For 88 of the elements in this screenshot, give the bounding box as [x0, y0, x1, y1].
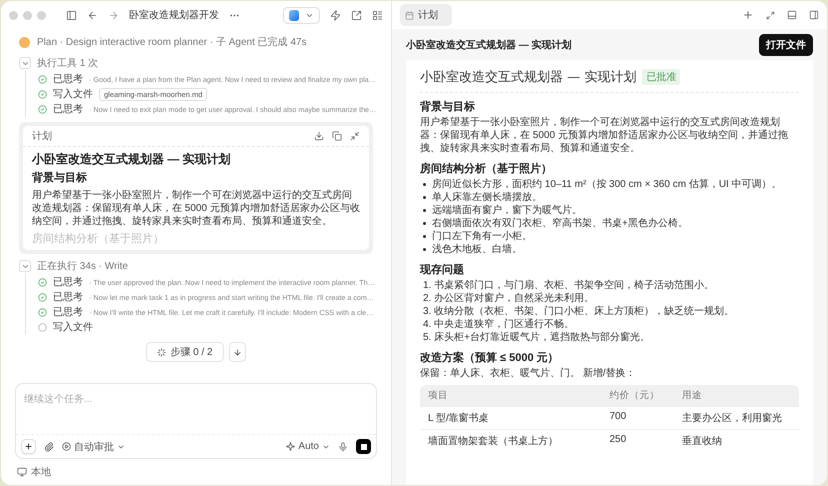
- lightning-icon: [330, 10, 341, 20]
- section-heading: 背景与目标: [32, 171, 88, 185]
- approval-mode-dropdown[interactable]: 自动审批: [62, 440, 125, 454]
- step-label: 已思考: [53, 306, 83, 319]
- sparkle-icon: [286, 442, 296, 451]
- list-item: 4. 中央走道狭窄，门区通行不畅。: [423, 318, 574, 331]
- step-label: 写入文件: [53, 320, 93, 334]
- collapse-toggle[interactable]: [19, 57, 31, 69]
- paragraph: 用户希望基于一张小卧室照片，制作一个可在浏览器中运行的交互式房间改造规划器：保留现有单人床，在 5000 元预算内增加舒适居家办公区与收纳空间，并通过拖拽、旋转家具来实时查看布局、预算和通道安全。: [420, 116, 789, 155]
- step-label: 已思考: [53, 290, 83, 304]
- collapse-icon: [350, 131, 360, 141]
- list-item: 浅色木地板、白墙。: [432, 243, 522, 256]
- step-label: 已思考: [53, 72, 83, 86]
- right-panel-icon: [809, 10, 819, 20]
- table-cell-text: 主要办公区，利用窗光: [682, 412, 784, 426]
- bullet-dot: [423, 248, 426, 251]
- step-label: 已思考: [53, 276, 83, 289]
- bullet-dot: [423, 209, 426, 212]
- status-badge: 已批准: [642, 69, 680, 85]
- sidebar-icon: [66, 10, 77, 20]
- paperclip-icon: [44, 442, 54, 452]
- paragraph: 保留：单人床、衣柜、暖气片、门。 新增/替换：: [420, 367, 637, 380]
- list-item: 3. 收纳分散（衣柜、书架、门口小柜、床上方顶柜），缺乏统一规划。: [423, 305, 734, 318]
- agent-avatar: [19, 36, 30, 48]
- steps-progress-button[interactable]: 步骤 0 / 2: [146, 342, 224, 362]
- column-header: 约价（元）: [610, 389, 660, 403]
- bullet-dot: [423, 222, 426, 225]
- app-logo-icon: [289, 10, 299, 20]
- list-item: 右侧墙面依次有双门衣柜、窄高书架、书桌+黑色办公椅。: [432, 217, 688, 230]
- calendar-icon: [405, 10, 414, 20]
- section-heading: 背景与目标: [420, 100, 476, 114]
- table-cell-text: L 型/靠窗书桌: [428, 412, 490, 426]
- table-cell-text: 250: [610, 433, 628, 447]
- scroll-down-button[interactable]: [228, 342, 246, 362]
- section-heading: 房间结构分析（基于照片）: [420, 162, 553, 176]
- message-input[interactable]: 继续这个任务... 自动审批 Auto: [15, 383, 377, 459]
- paragraph: 用户希望基于一张小卧室照片，制作一个可在浏览器中运行的交互式房间改造规划器：保留现有单人床，在 5000 元预算内增加舒适居家办公区与收纳空间，并通过拖拽、旋转家具来实时查看布局、预算和通道安全。: [32, 189, 360, 228]
- back-icon: [87, 10, 98, 20]
- open-external-icon: [351, 10, 362, 20]
- monitor-icon: [17, 467, 27, 477]
- copy-icon: [332, 131, 342, 141]
- step-label: 写入文件: [53, 88, 93, 101]
- bottom-panel-icon: [787, 10, 797, 20]
- agent-status: Plan · Design interactive room planner · 子 Agent 已完成 47s: [37, 36, 307, 49]
- faded-heading: 房间结构分析（基于照片）: [32, 232, 165, 246]
- bullet-dot: [423, 183, 426, 186]
- bullet-dot: [423, 196, 426, 199]
- collapse-toggle[interactable]: [19, 260, 31, 272]
- card-label: 计划: [32, 130, 52, 143]
- model-dropdown[interactable]: Auto: [286, 441, 330, 452]
- column-header: 项目: [428, 389, 449, 403]
- play-circle-icon: [62, 442, 71, 451]
- open-file-button[interactable]: 打开文件: [759, 34, 813, 56]
- plan-title: 小卧室改造交互式规划器 — 实现计划: [32, 152, 232, 167]
- forward-icon: [108, 10, 119, 20]
- section-heading: 现存问题: [420, 263, 465, 277]
- download-icon: [314, 131, 324, 141]
- plus-icon: [24, 442, 33, 451]
- table-cell-text: 垂直收纳: [682, 434, 724, 449]
- group-label: 正在执行 34s · Write: [37, 260, 128, 273]
- section-heading: 改造方案（预算 ≤ 5000 元）: [420, 351, 560, 365]
- stop-button[interactable]: [356, 439, 371, 454]
- list-icon: [372, 10, 383, 20]
- group-label: 执行工具 1 次: [37, 56, 98, 70]
- list-item: 单人床靠左侧长墙摆放。: [432, 191, 542, 204]
- table-cell-text: 700: [610, 410, 628, 424]
- bullet-dot: [423, 235, 426, 238]
- arrow-down-icon: [232, 348, 242, 356]
- list-item: 5. 床头柜+台灯靠近暖气片，遮挡散热与部分窗光。: [423, 331, 650, 344]
- document-title: 小卧室改造交互式规划器 — 实现计划: [420, 69, 636, 86]
- add-button[interactable]: [21, 439, 36, 454]
- spinner-icon: [157, 348, 166, 356]
- microphone-icon: [338, 442, 348, 452]
- panel-title: 小卧室改造交互式规划器 — 实现计划: [406, 38, 572, 52]
- table-cell-text: 墙面置物架套装（书桌上方）: [428, 434, 559, 449]
- list-item: 1. 书桌紧邻门口，与门扇、衣柜、书架争空间，椅子活动范围小。: [423, 279, 714, 292]
- app-switcher[interactable]: [283, 6, 320, 24]
- environment-label: 本地: [31, 466, 51, 479]
- list-item: 房间近似长方形，面积约 10–11 m²（按 300 cm × 360 cm 估算，UI 中可调）。: [432, 178, 782, 191]
- list-item: 2. 办公区背对窗户，自然采光未利用。: [423, 292, 594, 305]
- plus-icon: [742, 9, 754, 21]
- step-label: 已思考: [53, 102, 83, 116]
- panel-tab[interactable]: 计划: [400, 4, 452, 26]
- column-header: 用途: [682, 389, 704, 403]
- expand-icon: [766, 10, 775, 20]
- window-title: 卧室改造规划器开发: [129, 8, 219, 22]
- list-item: 门口左下角有一小柜。: [432, 230, 532, 243]
- list-item: 远端墙面有窗户，窗下为暖气片。: [432, 204, 582, 217]
